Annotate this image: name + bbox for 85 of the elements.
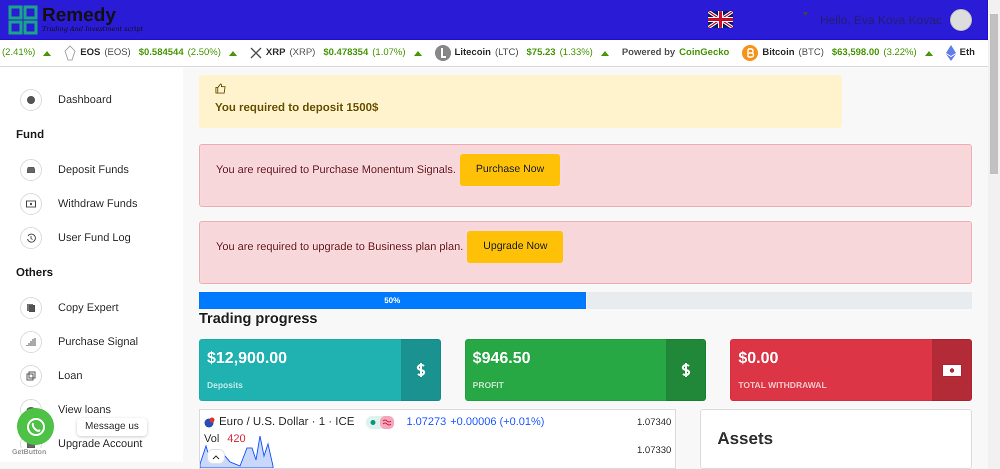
scrollbar-thumb[interactable] bbox=[990, 14, 998, 174]
up-arrow-icon bbox=[414, 50, 422, 56]
action-button[interactable]: Upgrade Now bbox=[467, 231, 564, 264]
coin-price: $0.478354 bbox=[323, 46, 368, 60]
sidebar-link[interactable]: Deposit Funds bbox=[58, 162, 129, 178]
currency-flag-icon bbox=[204, 417, 215, 428]
logo-icon bbox=[8, 4, 38, 35]
dollar-icon bbox=[416, 362, 426, 378]
up-arrow-icon bbox=[43, 50, 52, 56]
coingecko-link[interactable]: CoinGecko bbox=[679, 46, 730, 60]
copy-icon bbox=[20, 297, 42, 320]
coin-change: (2.41%) bbox=[2, 46, 36, 60]
chevron-up-icon bbox=[212, 455, 220, 460]
coin-price: $0.584544 bbox=[138, 46, 184, 60]
stat-label: TOTAL WITHDRAWAL bbox=[738, 379, 828, 392]
action-button[interactable]: Purchase Now bbox=[460, 154, 560, 186]
coin-name: XRP bbox=[266, 46, 286, 60]
history-icon bbox=[20, 227, 42, 250]
coin-change: (2.50%) bbox=[188, 46, 221, 60]
coin-symbol: (BTC) bbox=[798, 46, 824, 60]
volume-value: 420 bbox=[227, 432, 246, 448]
up-arrow-icon bbox=[600, 50, 609, 56]
squares-icon bbox=[20, 365, 42, 388]
coin-price: $63,598.00 bbox=[832, 46, 880, 60]
collapse-button[interactable] bbox=[207, 449, 225, 464]
cash-icon bbox=[20, 193, 42, 216]
section-heading: Others bbox=[16, 266, 54, 281]
volume-label: Vol bbox=[204, 432, 220, 448]
caret-icon[interactable] bbox=[802, 12, 808, 16]
coin-name: Litecoin bbox=[454, 46, 491, 60]
brand-name: Remedy bbox=[42, 6, 117, 25]
chart-change: +0.00006 (+0.01%) bbox=[450, 415, 544, 430]
coin-icon bbox=[742, 45, 758, 62]
coin-icon bbox=[64, 45, 76, 62]
sidebar-link[interactable]: Purchase Signal bbox=[58, 334, 138, 350]
flag-icon[interactable] bbox=[708, 11, 733, 28]
coin-symbol: (EOS) bbox=[104, 46, 131, 60]
stat-label: Deposits bbox=[207, 379, 244, 392]
status-badge-icon bbox=[366, 416, 394, 430]
panel-title: Assets bbox=[717, 428, 774, 450]
coin-change: (1.07%) bbox=[372, 46, 406, 60]
signal-icon bbox=[20, 331, 42, 354]
chat-tooltip: Message us bbox=[77, 418, 147, 436]
sidebar-link[interactable]: Upgrade Account bbox=[58, 436, 142, 452]
coin-icon bbox=[946, 45, 956, 62]
sidebar-link[interactable]: Dashboard bbox=[58, 92, 112, 108]
progress-fill: 50% bbox=[199, 292, 586, 310]
sidebar-link[interactable]: Copy Expert bbox=[58, 300, 119, 316]
alert-text: You are required to upgrade to Business plan plan. bbox=[216, 240, 464, 256]
axis-label: 1.07330 bbox=[636, 444, 672, 458]
dollar-icon bbox=[681, 362, 692, 378]
sidebar-link[interactable]: View loans bbox=[58, 402, 111, 418]
up-arrow-icon bbox=[924, 50, 933, 56]
coin-name: Bitcoin bbox=[762, 46, 795, 60]
chat-icon bbox=[26, 416, 46, 437]
ticker-credit: Powered by bbox=[622, 46, 676, 60]
sidebar-link[interactable]: User Fund Log bbox=[58, 230, 131, 246]
stat-label: PROFIT bbox=[472, 379, 505, 392]
coin-price: $75.23 bbox=[526, 46, 556, 60]
coin-symbol: (LTC) bbox=[494, 46, 519, 60]
stat-value: $0.00 bbox=[738, 349, 780, 369]
coin-name: EOS bbox=[80, 46, 100, 60]
user-avatar[interactable] bbox=[950, 8, 972, 31]
scrollbar[interactable] bbox=[988, 0, 1000, 469]
sidebar-link[interactable]: Withdraw Funds bbox=[58, 196, 138, 212]
coin-change: (1.33%) bbox=[560, 46, 593, 60]
banknote-icon bbox=[943, 364, 962, 376]
axis-label: 1.07340 bbox=[636, 416, 672, 430]
x-icon bbox=[250, 47, 262, 60]
stat-value: $12,900.00 bbox=[207, 349, 288, 369]
alert-text: You are required to Purchase Monentum Signals. bbox=[216, 163, 456, 178]
coin-symbol: (XRP) bbox=[289, 46, 316, 60]
sidebar-link[interactable]: Loan bbox=[58, 368, 82, 384]
chart-price: 1.07273 bbox=[406, 415, 446, 430]
stat-value: $946.50 bbox=[472, 349, 532, 369]
up-arrow-icon bbox=[228, 50, 237, 56]
coin-change: (3.22%) bbox=[883, 46, 917, 60]
coin-icon bbox=[434, 45, 451, 62]
section-title: Trading progress bbox=[199, 310, 318, 330]
alert-text: You required to deposit 1500$ bbox=[215, 100, 380, 116]
chart-symbol: Euro / U.S. Dollar · 1 · ICE bbox=[219, 415, 354, 430]
whatsapp-button[interactable] bbox=[17, 408, 54, 446]
section-heading: Fund bbox=[16, 128, 46, 143]
coin-name: Eth bbox=[960, 46, 975, 60]
thumbs-up-icon bbox=[215, 83, 226, 94]
